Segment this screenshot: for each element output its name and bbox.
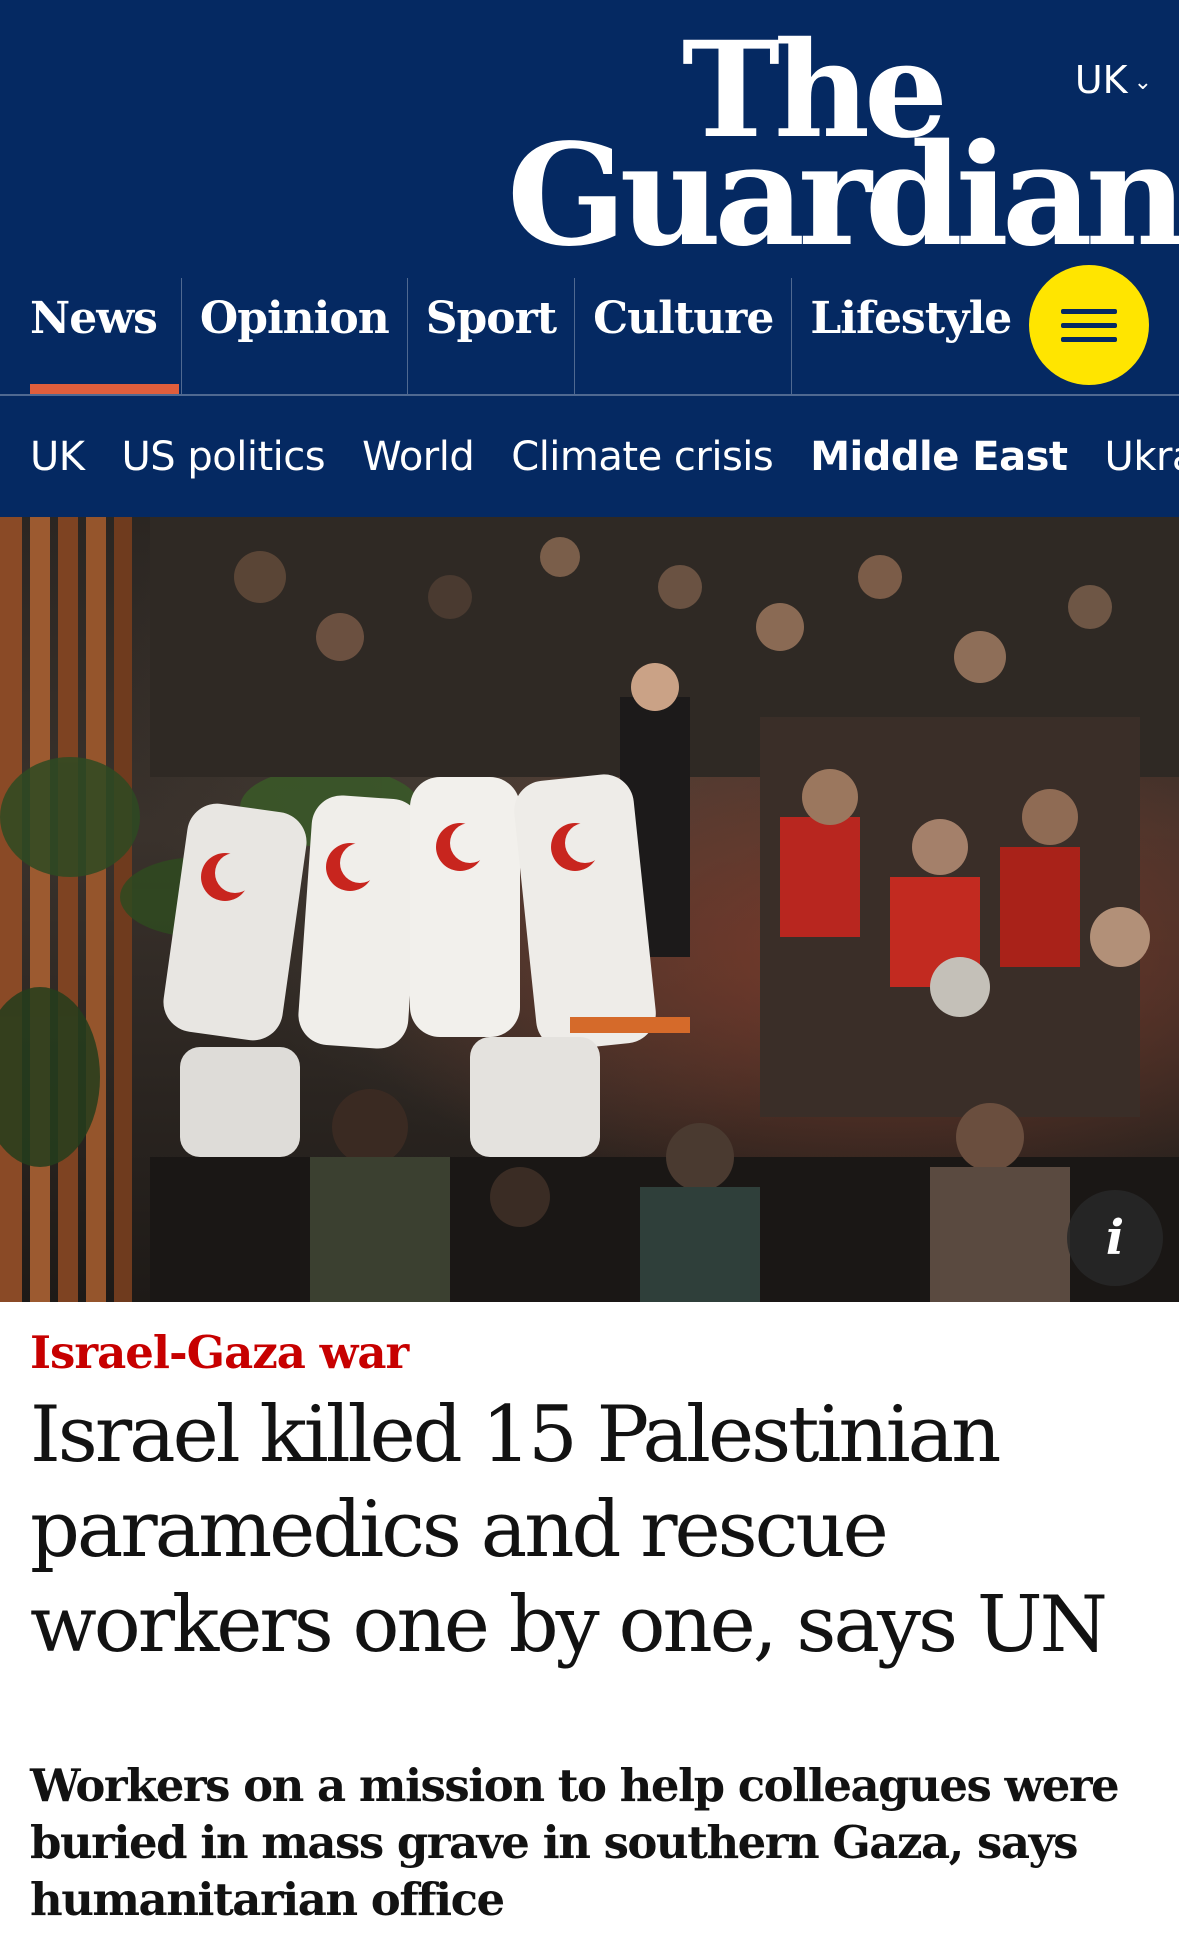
wooden-fence [0, 517, 132, 1302]
headline-line-2: paramedics and rescue [30, 1485, 889, 1575]
section-kicker[interactable]: Israel-Gaza war [30, 1326, 409, 1379]
hero-image: i [0, 517, 1179, 1302]
hamburger-line [1061, 322, 1117, 328]
standfirst-line-3: humanitarian office [30, 1873, 505, 1926]
pillar-lifestyle[interactable]: Lifestyle [791, 278, 1029, 394]
guardian-logo[interactable]: The Guardian [507, 25, 1179, 278]
foreground-people [150, 1089, 1179, 1302]
standfirst-line-2: buried in mass grave in southern Gaza, s… [30, 1816, 1079, 1869]
subnav-middle-east[interactable]: Middle East [810, 434, 1068, 480]
image-info-button[interactable]: i [1067, 1190, 1163, 1286]
article-headline: Israel killed 15 Palestinian paramedics … [30, 1388, 1150, 1673]
headline-line-3: workers one by one, says UN [30, 1580, 1108, 1670]
subnav-climate-crisis[interactable]: Climate crisis [511, 434, 773, 480]
pillar-sport[interactable]: Sport [406, 278, 574, 394]
pillar-news[interactable]: News [0, 278, 181, 394]
menu-button[interactable] [1029, 265, 1149, 385]
standfirst-line-1: Workers on a mission to help colleagues … [30, 1759, 1120, 1812]
subnav-ukraine[interactable]: Ukraine [1105, 434, 1179, 480]
hamburger-menu-icon [1061, 308, 1117, 314]
article-standfirst: Workers on a mission to help colleagues … [30, 1757, 1150, 1928]
hamburger-line [1061, 336, 1117, 342]
shrouded-bodies [163, 774, 690, 1157]
info-icon: i [1105, 1210, 1125, 1266]
subnav-world[interactable]: World [362, 434, 475, 480]
subnav-us-politics[interactable]: US politics [122, 434, 326, 480]
hero-photo-illustration [0, 517, 1179, 1302]
site-header: UK ⌄ The Guardian News Opinion Sport Cul… [0, 0, 1179, 517]
pillar-culture[interactable]: Culture [574, 278, 791, 394]
headline-line-1: Israel killed 15 Palestinian [30, 1390, 1001, 1480]
sub-nav: UK US politics World Climate crisis Midd… [0, 396, 1179, 517]
pillar-nav: News Opinion Sport Culture Lifestyle [0, 278, 1179, 394]
logo-line-2: Guardian [507, 113, 1179, 278]
subnav-uk[interactable]: UK [30, 434, 85, 480]
pillar-opinion[interactable]: Opinion [180, 278, 407, 394]
